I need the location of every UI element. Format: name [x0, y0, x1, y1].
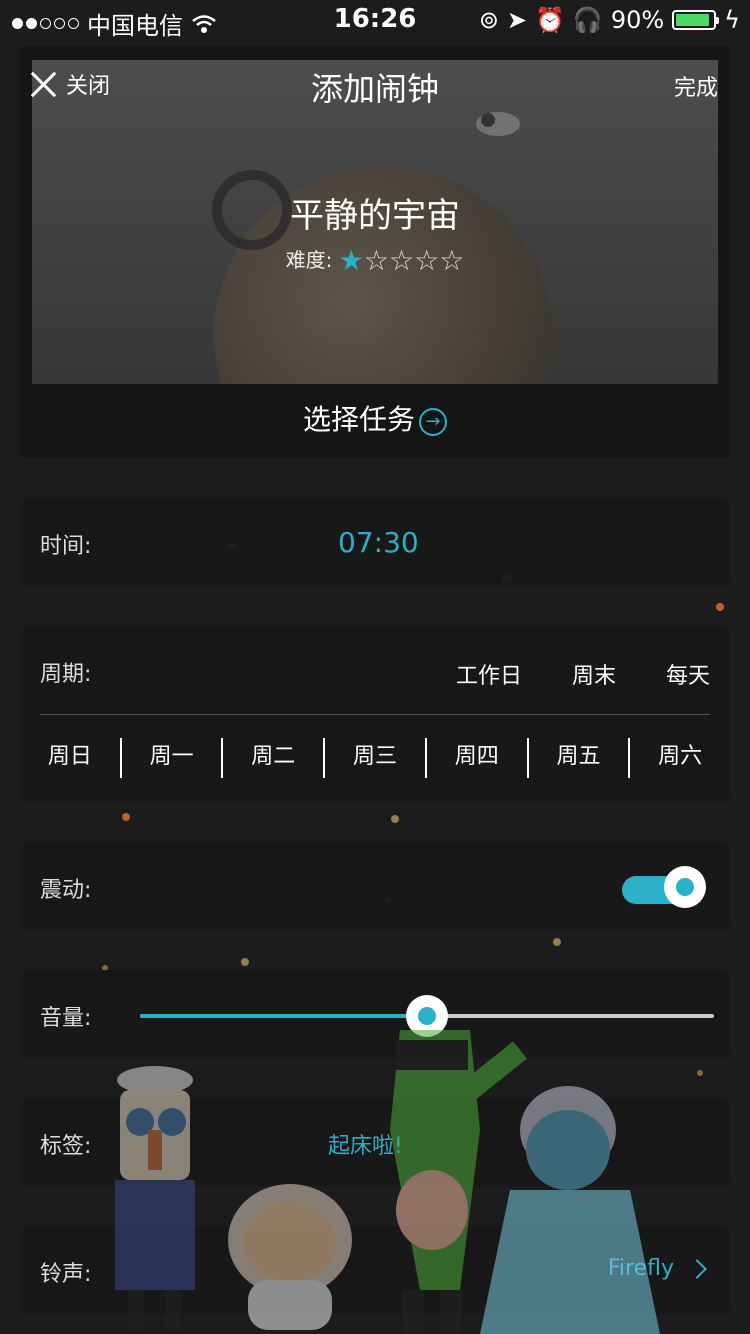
difficulty-label: 难度: [285, 248, 333, 272]
star-empty-icon: ☆ [439, 244, 465, 277]
nav-bar: 关闭 添加闹钟 完成 [0, 40, 750, 130]
star-empty-icon: ☆ [414, 244, 440, 277]
headphones-icon: 🎧 [572, 6, 603, 34]
time-row[interactable]: 时间: 07:30 [20, 498, 730, 586]
time-value[interactable]: 07:30 [338, 526, 419, 559]
ringtone-value-group[interactable]: Firefly [607, 1256, 707, 1281]
star-filled-icon: ★ [338, 244, 364, 277]
charging-icon: ϟ [724, 6, 740, 34]
choose-mission-label: 选择任务 [302, 403, 415, 436]
arrow-right-circle-icon: → [419, 408, 447, 436]
day-sat[interactable]: 周六 [630, 738, 730, 778]
ringtone-label: 铃声: [40, 1262, 92, 1287]
mission-name: 平静的宇宙 [290, 196, 460, 236]
day-fri[interactable]: 周五 [529, 738, 631, 778]
preset-everyday[interactable]: 每天 [666, 658, 710, 690]
day-sun[interactable]: 周日 [20, 738, 122, 778]
battery-percent: 90% [610, 6, 665, 34]
day-wed[interactable]: 周三 [325, 738, 427, 778]
volume-slider[interactable] [140, 995, 714, 1037]
period-label: 周期: [40, 662, 92, 687]
vibration-toggle[interactable] [622, 866, 706, 908]
alarm-icon: ⏰ [535, 6, 565, 34]
weekday-selector: 周日 周一 周二 周三 周四 周五 周六 [20, 738, 730, 778]
tag-value[interactable]: 起床啦! [328, 1128, 403, 1160]
day-thu[interactable]: 周四 [427, 738, 529, 778]
tag-label: 标签: [40, 1134, 92, 1159]
day-tue[interactable]: 周二 [223, 738, 326, 778]
vibration-row: 震动: [20, 842, 730, 930]
volume-label: 音量: [40, 1006, 92, 1031]
vibration-label: 震动: [40, 878, 92, 903]
star-empty-icon: ☆ [363, 244, 389, 277]
choose-mission-button[interactable]: 选择任务 → [0, 398, 750, 438]
status-right: ⊚ ➤ ⏰ 🎧 90% ϟ [479, 6, 740, 34]
rotation-lock-icon: ⊚ [478, 6, 499, 34]
chevron-right-icon [687, 1258, 707, 1279]
ringtone-row[interactable]: 铃声: Firefly [20, 1226, 730, 1314]
volume-slider-thumb[interactable] [406, 995, 448, 1037]
preset-workdays[interactable]: 工作日 [456, 658, 522, 690]
difficulty-rating: 难度: ★☆☆☆☆ [0, 244, 750, 277]
volume-row: 音量: [20, 970, 730, 1058]
divider [40, 714, 710, 715]
star-empty-icon: ☆ [389, 244, 415, 277]
location-icon: ➤ [506, 6, 528, 34]
time-label: 时间: [40, 534, 92, 559]
tag-row[interactable]: 标签: 起床啦! [20, 1098, 730, 1186]
period-card: 周期: 工作日 周末 每天 周日 周一 周二 周三 周四 周五 周六 [20, 626, 730, 802]
done-button[interactable]: 完成 [674, 70, 718, 102]
preset-weekend[interactable]: 周末 [572, 658, 616, 690]
difficulty-stars: ★☆☆☆☆ [339, 244, 465, 277]
page-title: 添加闹钟 [310, 70, 439, 108]
battery-icon [672, 10, 720, 30]
day-mon[interactable]: 周一 [122, 738, 224, 778]
status-bar: 中国电信 16:26 ⊚ ➤ ⏰ 🎧 90% ϟ [0, 0, 750, 40]
period-presets: 工作日 周末 每天 [456, 658, 710, 690]
ringtone-value: Firefly [607, 1256, 674, 1281]
